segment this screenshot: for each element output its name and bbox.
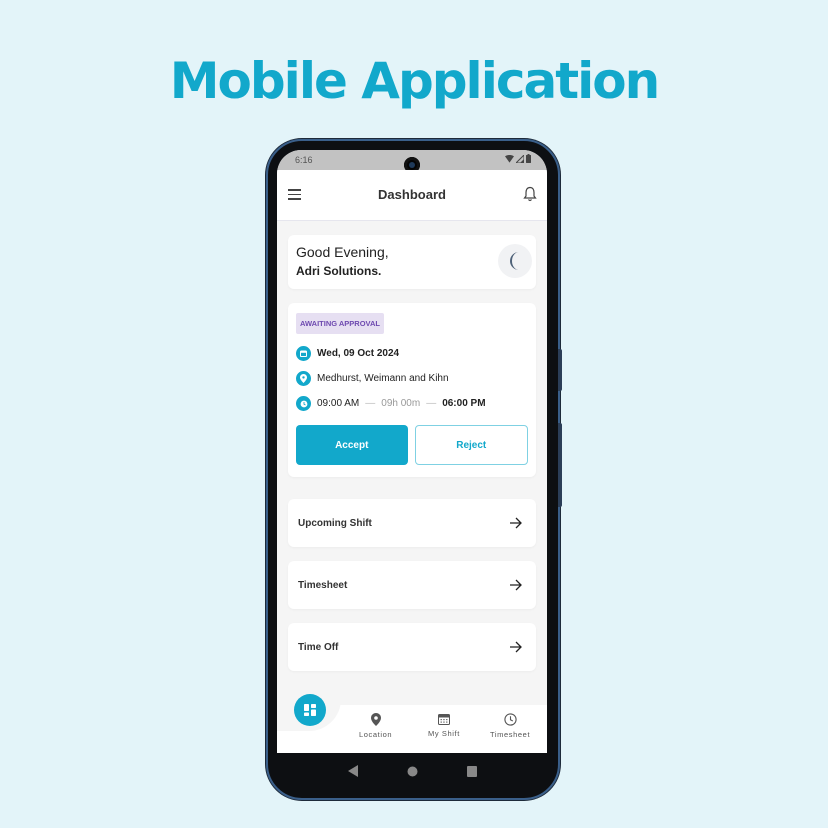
moon-icon [498, 244, 532, 278]
nav-timesheet[interactable]: Timesheet [490, 713, 530, 739]
app-bar: Dashboard [277, 170, 547, 221]
recents-icon[interactable] [466, 765, 477, 777]
dashboard-icon [304, 704, 316, 716]
dashboard-fab-button[interactable] [294, 694, 326, 726]
shift-time-row: 09:00 AM — 09h 00m — 06:00 PM [296, 396, 528, 411]
shift-date: Wed, 09 Oct 2024 [317, 348, 400, 359]
calendar-icon [437, 714, 450, 725]
clock-icon [296, 396, 311, 411]
shift-date-row: Wed, 09 Oct 2024 [296, 346, 528, 361]
greeting-text: Good Evening, [296, 244, 389, 260]
shift-end-time: 06:00 PM [442, 398, 486, 409]
accept-button[interactable]: Accept [296, 425, 408, 465]
signal-icon [516, 154, 524, 163]
status-bar: 6:16 [277, 150, 547, 173]
calendar-icon [296, 346, 311, 361]
shift-card: AWAITING APPROVAL Wed, 09 Oct 2024 Medhu… [288, 303, 536, 477]
bell-icon[interactable] [523, 186, 537, 202]
link-label: Upcoming Shift [298, 517, 372, 529]
nav-label: Timesheet [490, 730, 531, 739]
upcoming-shift-link[interactable]: Upcoming Shift [288, 499, 536, 547]
nav-my-shift[interactable]: My Shift [428, 713, 460, 738]
status-icons [505, 154, 531, 163]
shift-actions: Accept Reject [296, 425, 528, 465]
divider: — [365, 398, 376, 409]
shift-duration: 09h 00m [381, 398, 421, 409]
status-badge: AWAITING APPROVAL [296, 313, 385, 334]
link-label: Time Off [298, 641, 339, 653]
shift-location: Medhurst, Weimann and Kihn [317, 373, 449, 384]
phone-volume-button [558, 423, 562, 507]
page-headline: Mobile Application [169, 52, 660, 110]
status-time: 6:16 [295, 155, 313, 165]
system-navigation-bar [277, 753, 547, 789]
phone-screen: 6:16 Dashboard Good Evening, Adri Soluti… [277, 150, 547, 753]
shift-start-time: 09:00 AM [317, 398, 360, 409]
reject-button[interactable]: Reject [414, 425, 528, 465]
back-icon[interactable] [347, 765, 358, 777]
bottom-navigation: Location My Shift Timesheet [277, 691, 547, 753]
divider: — [426, 398, 437, 409]
arrow-right-icon [510, 579, 522, 591]
arrow-right-icon [510, 641, 522, 653]
arrow-right-icon [510, 517, 522, 529]
link-label: Timesheet [298, 579, 348, 591]
phone-power-button [558, 349, 562, 391]
nav-label: Location [359, 730, 393, 739]
dashboard-content: Good Evening, Adri Solutions. AWAITING A… [277, 221, 547, 671]
home-icon[interactable] [407, 766, 418, 777]
location-pin-icon [296, 371, 311, 386]
nav-label: My Shift [428, 729, 460, 738]
timesheet-link[interactable]: Timesheet [288, 561, 536, 609]
location-pin-icon [370, 713, 381, 726]
clock-icon [503, 713, 517, 726]
nav-location[interactable]: Location [359, 713, 392, 739]
battery-icon [526, 154, 531, 163]
company-name: Adri Solutions. [296, 264, 382, 278]
time-off-link[interactable]: Time Off [288, 623, 536, 671]
wifi-icon [505, 154, 514, 163]
greeting-card: Good Evening, Adri Solutions. [288, 235, 536, 289]
shift-location-row: Medhurst, Weimann and Kihn [296, 371, 528, 386]
page-title: Dashboard [378, 187, 446, 202]
